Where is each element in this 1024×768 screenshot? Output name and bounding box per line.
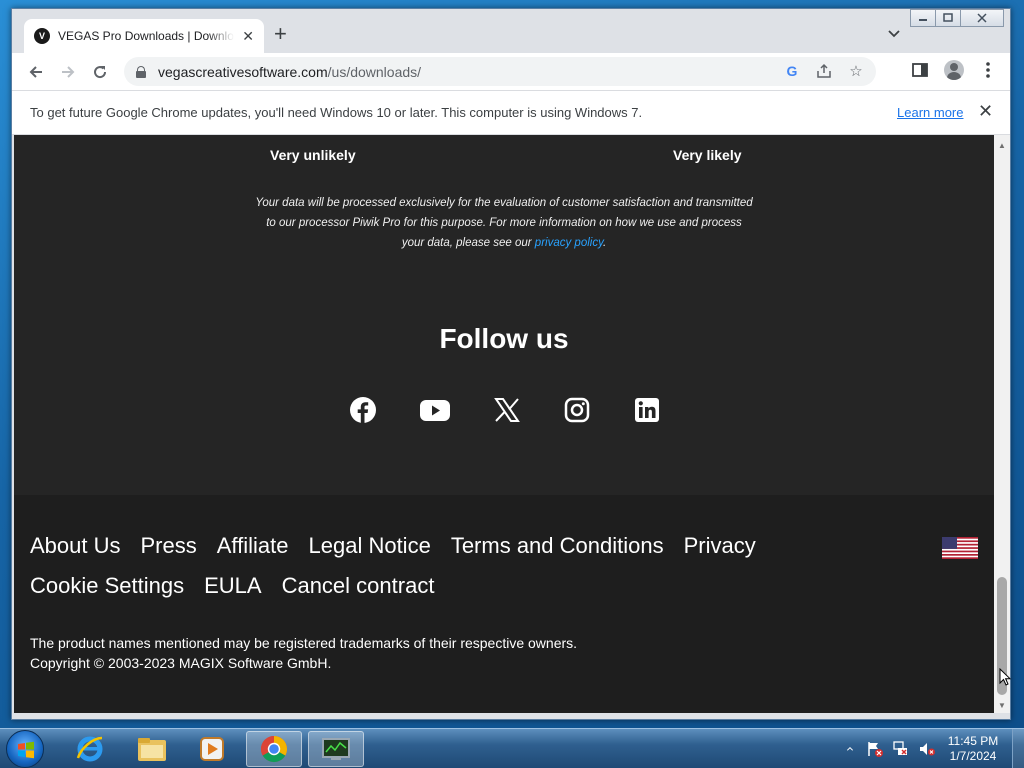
show-hidden-icons-icon[interactable] [846, 740, 858, 758]
menu-kebab-icon[interactable] [974, 56, 1002, 84]
taskbar-internet-explorer[interactable] [62, 731, 118, 767]
taskbar-clock[interactable]: 11:45 PM 1/7/2024 [944, 734, 1002, 764]
infobar-close-icon[interactable]: ✕ [978, 101, 993, 122]
folder-icon [138, 738, 166, 761]
chrome-icon [260, 735, 288, 763]
clock-date: 1/7/2024 [949, 749, 997, 763]
privacy-note-end: . [602, 237, 607, 249]
footer-link-legal-notice[interactable]: Legal Notice [309, 533, 431, 559]
update-infobar: To get future Google Chrome updates, you… [12, 90, 1010, 135]
monitor-app-icon [322, 738, 350, 760]
window-controls [910, 9, 1004, 27]
learn-more-link[interactable]: Learn more [897, 105, 963, 120]
youtube-icon[interactable] [420, 397, 450, 423]
window-close-icon[interactable] [960, 9, 1004, 27]
footer-link-cancel-contract[interactable]: Cancel contract [282, 573, 435, 599]
address-bar[interactable]: vegascreativesoftware.com/us/downloads/ … [124, 57, 876, 86]
facebook-icon[interactable] [350, 397, 376, 423]
volume-muted-icon[interactable] [918, 740, 936, 758]
copyright-notice: Copyright © 2003-2023 MAGIX Software Gmb… [30, 655, 332, 671]
profile-avatar-icon[interactable] [940, 56, 968, 84]
taskbar: 11:45 PM 1/7/2024 [0, 728, 1024, 768]
footer-link-eula[interactable]: EULA [204, 573, 261, 599]
share-icon[interactable] [814, 61, 834, 81]
privacy-note: Your data will be processed exclusively … [254, 193, 754, 253]
url-text[interactable]: vegascreativesoftware.com/us/downloads/ [158, 64, 421, 80]
clock-time: 11:45 PM [947, 734, 999, 748]
toolbar-right [906, 56, 1002, 84]
maximize-icon[interactable] [935, 9, 961, 27]
footer-link-privacy[interactable]: Privacy [684, 533, 756, 559]
footer-link-press[interactable]: Press [141, 533, 197, 559]
reload-icon[interactable] [84, 56, 116, 88]
forward-arrow-icon[interactable] [52, 56, 84, 88]
infobar-message: To get future Google Chrome updates, you… [30, 105, 643, 120]
footer-link-cookie-settings[interactable]: Cookie Settings [30, 573, 184, 599]
omnibox-actions: G ☆ [782, 61, 866, 81]
side-panel-icon[interactable] [906, 56, 934, 84]
tab-active[interactable]: V VEGAS Pro Downloads | Download ✕ [24, 19, 264, 53]
privacy-note-text: Your data will be processed exclusively … [255, 197, 753, 249]
follow-us-heading: Follow us [439, 323, 569, 354]
footer-link-affiliate[interactable]: Affiliate [217, 533, 289, 559]
linkedin-icon[interactable] [634, 397, 660, 423]
x-icon[interactable] [494, 397, 520, 423]
page-scrollbar[interactable]: ▲ ▼ [994, 135, 1010, 713]
tab-search-chevron-icon[interactable] [888, 27, 900, 41]
back-arrow-icon[interactable] [20, 56, 52, 88]
privacy-policy-link[interactable]: privacy policy [535, 237, 603, 249]
legal-text: The product names mentioned may be regis… [30, 633, 577, 673]
footer-links: About Us Press Affiliate Legal Notice Te… [30, 533, 810, 599]
media-player-icon [200, 737, 224, 761]
google-lens-icon[interactable]: G [782, 61, 802, 81]
action-center-flag-icon[interactable] [866, 740, 884, 758]
windows-logo-icon [18, 741, 34, 759]
tab-strip: V VEGAS Pro Downloads | Download ✕ + [12, 9, 1010, 53]
start-button[interactable] [6, 730, 44, 768]
system-tray: 11:45 PM 1/7/2024 [846, 729, 1024, 768]
show-desktop-button[interactable] [1012, 729, 1024, 768]
bookmark-star-icon[interactable]: ☆ [846, 61, 866, 81]
footer-link-terms[interactable]: Terms and Conditions [451, 533, 664, 559]
survey-high-label: Very likely [673, 147, 742, 163]
site-footer: About Us Press Affiliate Legal Notice Te… [14, 495, 994, 713]
browser-toolbar: vegascreativesoftware.com/us/downloads/ … [12, 53, 1010, 90]
page-content: Very unlikely Very likely Your data will… [14, 135, 994, 713]
instagram-icon[interactable] [564, 397, 590, 423]
tab-title: VEGAS Pro Downloads | Download [58, 29, 234, 43]
scroll-down-arrow-icon[interactable]: ▼ [994, 697, 1010, 713]
social-links [350, 397, 660, 423]
taskbar-explorer[interactable] [124, 731, 180, 767]
chrome-window: V VEGAS Pro Downloads | Download ✕ + veg… [11, 8, 1011, 720]
us-flag-icon[interactable] [942, 537, 978, 559]
tab-close-icon[interactable]: ✕ [242, 28, 254, 45]
trademark-notice: The product names mentioned may be regis… [30, 635, 578, 651]
taskbar-task-manager[interactable] [308, 731, 364, 767]
taskbar-chrome[interactable] [246, 731, 302, 767]
scroll-up-arrow-icon[interactable]: ▲ [994, 137, 1010, 153]
network-icon[interactable] [892, 740, 910, 758]
footer-link-about-us[interactable]: About Us [30, 533, 121, 559]
vegas-favicon-icon: V [34, 28, 50, 44]
mouse-pointer-icon [999, 668, 1011, 686]
lock-icon[interactable] [136, 65, 146, 78]
minimize-icon[interactable] [910, 9, 936, 27]
new-tab-plus-icon[interactable]: + [274, 23, 287, 45]
internet-explorer-icon [76, 736, 103, 762]
survey-low-label: Very unlikely [270, 147, 356, 163]
taskbar-media-player[interactable] [184, 731, 240, 767]
